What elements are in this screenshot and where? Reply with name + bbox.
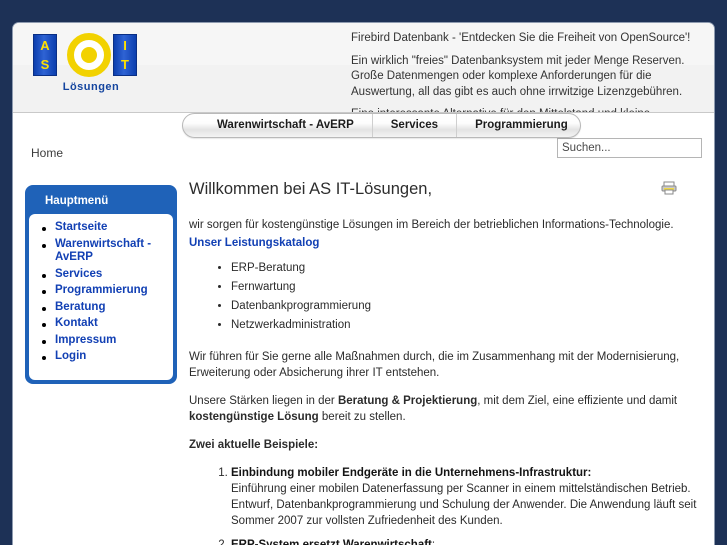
list-item: Einbindung mobiler Endgeräte in die Unte… [231, 465, 700, 529]
list-item[interactable]: Beratung [35, 301, 167, 316]
breadcrumb[interactable]: Home [31, 146, 63, 160]
example-1-body: Einführung einer mobilen Datenerfassung … [231, 483, 697, 527]
example-2-title-suffix: : [431, 539, 436, 545]
example-2-title: ERP-System ersetzt Warenwirtschaft [231, 539, 432, 545]
nav-item-warenwirtschaft[interactable]: Warenwirtschaft - AvERP [183, 114, 373, 137]
leistungskatalog-link[interactable]: Unser Leistungskatalog [189, 237, 700, 249]
staerken-post: bereit zu stellen. [318, 411, 406, 423]
logo-it-block: I T [113, 34, 137, 76]
main-navigation: Warenwirtschaft - AvERP Services Program… [13, 113, 714, 139]
list-item: ERP-Beratung [231, 259, 700, 278]
staerken-paragraph: Unsere Stärken liegen in der Beratung & … [189, 393, 700, 425]
list-item: ERP-System ersetzt Warenwirtschaft: Migr… [231, 537, 700, 545]
list-item: Fernwartung [231, 278, 700, 297]
sidebar-item-programmierung[interactable]: Programmierung [55, 284, 167, 298]
example-1-title: Einbindung mobiler Endgeräte in die Unte… [231, 467, 592, 479]
sidebar-item-impressum[interactable]: Impressum [55, 334, 167, 348]
staerken-bold-1: Beratung & Projektierung [337, 395, 478, 407]
site-header: A S I T Lösungen Firebird Datenbank - 'E… [13, 23, 714, 113]
examples-heading: Zwei aktuelle Beispiele: [189, 439, 319, 451]
sidebar-module-hauptmenu: Hauptmenü Startseite Warenwirtschaft - A… [25, 185, 177, 384]
logo-letter-a: A [40, 38, 50, 53]
logo-letter-t: T [121, 57, 129, 72]
printer-icon[interactable] [661, 181, 677, 195]
header-headline: Firebird Datenbank - 'Entdecken Sie die … [351, 32, 691, 44]
massnahmen-paragraph: Wir führen für Sie gerne alle Maßnahmen … [189, 351, 680, 379]
list-item: Datenbankprogrammierung [231, 297, 700, 316]
examples-list: Einbindung mobiler Endgeräte in die Unte… [189, 465, 700, 545]
list-item[interactable]: Startseite [35, 221, 167, 236]
page-shell: A S I T Lösungen Firebird Datenbank - 'E… [12, 22, 715, 545]
nav-item-services[interactable]: Services [373, 114, 458, 137]
sidebar-item-startseite[interactable]: Startseite [55, 221, 167, 235]
logo-wordmark: Lösungen [62, 81, 120, 93]
list-item[interactable]: Services [35, 268, 167, 283]
logo-as-block: A S [33, 34, 57, 76]
nav-pill-bar: Warenwirtschaft - AvERP Services Program… [182, 113, 581, 138]
sidebar-title: Hauptmenü [45, 195, 109, 207]
sidebar-item-beratung[interactable]: Beratung [55, 301, 167, 315]
logo-letter-i: I [123, 38, 127, 53]
logo-dot-icon [81, 47, 97, 63]
logo-letter-s: S [40, 57, 50, 72]
sidebar-item-login[interactable]: Login [55, 350, 167, 364]
list-item[interactable]: Warenwirtschaft - AvERP [35, 238, 167, 266]
sidebar-body: Startseite Warenwirtschaft - AvERP Servi… [29, 214, 173, 380]
staerken-pre: Unsere Stärken liegen in der [189, 395, 338, 407]
list-item[interactable]: Programmierung [35, 284, 167, 299]
sidebar-item-warenwirtschaft[interactable]: Warenwirtschaft - AvERP [55, 238, 167, 265]
site-logo[interactable]: A S I T Lösungen [27, 29, 155, 107]
main-article: Willkommen bei AS IT-Lösungen, wir sorge… [189, 168, 700, 545]
header-promo-text: Firebird Datenbank - 'Entdecken Sie die … [351, 31, 703, 112]
content-area: Hauptmenü Startseite Warenwirtschaft - A… [13, 168, 714, 545]
intro-paragraph: wir sorgen für kostengünstige Lösungen i… [189, 219, 674, 231]
staerken-bold-2: kostengünstige Lösung [189, 411, 319, 423]
logo-marks: A S I T [27, 29, 155, 81]
staerken-mid: , mit dem Ziel, eine effiziente und dami… [477, 395, 678, 407]
page-title: Willkommen bei AS IT-Lösungen, [189, 180, 433, 198]
list-item[interactable]: Kontakt [35, 317, 167, 332]
sidebar-item-kontakt[interactable]: Kontakt [55, 317, 167, 331]
sidebar-item-services[interactable]: Services [55, 268, 167, 282]
search-input[interactable] [557, 138, 702, 158]
list-item[interactable]: Login [35, 350, 167, 365]
list-item: Netzwerkadministration [231, 316, 700, 335]
services-list: ERP-Beratung Fernwartung Datenbankprogra… [189, 259, 700, 335]
list-item[interactable]: Impressum [35, 334, 167, 349]
nav-item-programmierung[interactable]: Programmierung [457, 114, 586, 137]
sidebar-list: Startseite Warenwirtschaft - AvERP Servi… [35, 221, 167, 365]
header-paragraph: Ein wirklich "freies" Datenbanksystem mi… [351, 54, 685, 98]
page-root: A S I T Lösungen Firebird Datenbank - 'E… [0, 0, 727, 545]
